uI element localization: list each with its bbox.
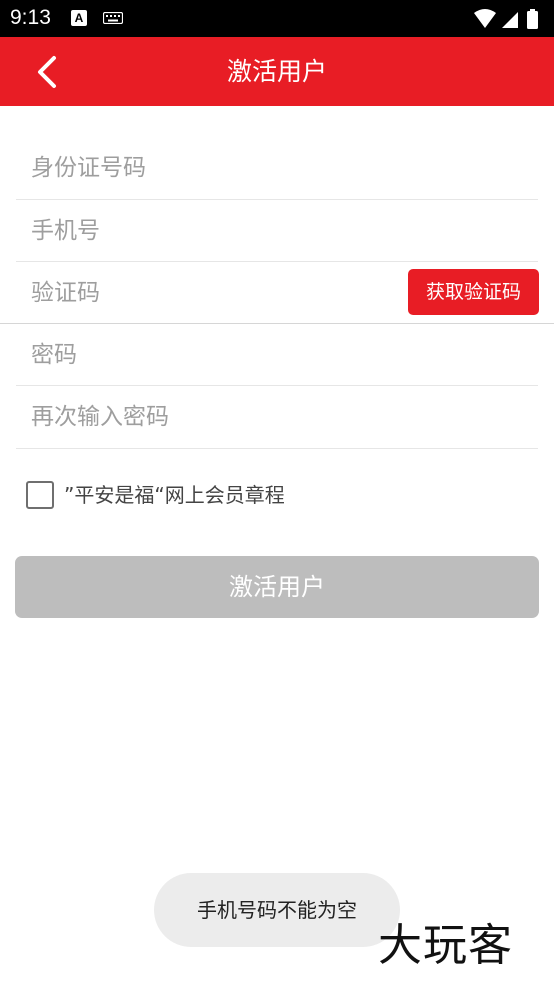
password-field[interactable]: 密码 [16,324,538,386]
verification-code-field[interactable]: 验证码 [16,262,396,324]
confirm-password-field[interactable]: 再次输入密码 [16,386,538,448]
id-number-placeholder: 身份证号码 [31,155,146,181]
id-number-field[interactable]: 身份证号码 [16,137,538,199]
status-bar: 9:13 A [0,0,554,37]
status-icons [474,9,538,29]
app-bar: 激活用户 [0,37,554,106]
watermark-logo: 大玩客 [378,920,513,971]
signal-icon [502,12,518,28]
verification-code-placeholder: 验证码 [31,280,100,306]
phone-field[interactable]: 手机号 [16,200,538,262]
back-button[interactable] [26,51,68,93]
agreement-link[interactable]: ”平安是福“网上会员章程 [64,480,285,510]
notification-a-icon: A [71,10,87,26]
confirm-password-placeholder: 再次输入密码 [31,404,169,430]
battery-icon [527,9,538,29]
agreement-checkbox[interactable] [26,481,54,509]
toast-message: 手机号码不能为空 [154,873,400,947]
activate-button[interactable]: 激活用户 [15,556,539,618]
wifi-icon [474,9,496,28]
get-code-button[interactable]: 获取验证码 [408,269,539,315]
keyboard-icon [103,12,123,24]
phone-placeholder: 手机号 [31,218,100,244]
status-time: 9:13 [10,6,51,29]
divider [16,448,538,449]
password-placeholder: 密码 [31,342,77,368]
chevron-left-icon [38,56,56,88]
page-title: 激活用户 [226,57,327,86]
